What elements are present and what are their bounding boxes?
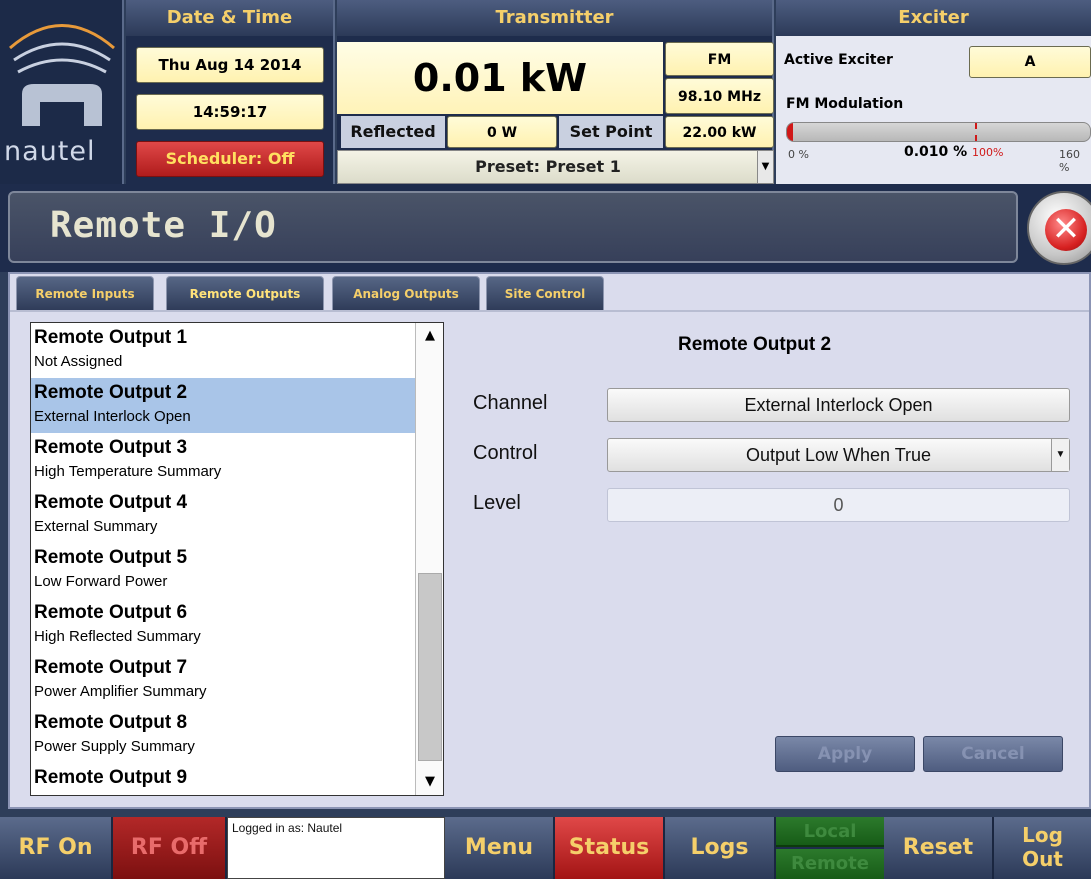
login-status: Logged in as: Nautel [227,817,445,879]
date-display: Thu Aug 14 2014 [136,47,324,83]
preset-select[interactable]: Preset: Preset 1 ▼ [337,150,774,184]
control-select-value: Output Low When True [745,445,932,465]
close-button[interactable]: ✕ [1027,191,1091,265]
rf-off-button[interactable]: RF Off [113,817,227,879]
scheduler-button[interactable]: Scheduler: Off [136,141,324,177]
forward-power-display: 0.01 kW [337,42,663,114]
nautel-logo: nautel [0,0,124,184]
list-item-subtitle: Power Supply Summary [34,738,195,755]
list-item-subtitle: External Summary [34,518,158,535]
channel-label: Channel [473,392,548,414]
content-panel: Remote Inputs Remote Outputs Analog Outp… [8,272,1091,809]
list-item-subtitle: High Reflected Summary [34,628,201,645]
list-item[interactable]: Remote Output 7 Power Amplifier Summary [31,653,415,708]
list-item-title: Remote Output 9 [34,767,188,788]
list-item-title: Remote Output 4 [34,492,188,513]
fm-modulation-label: FM Modulation [786,96,904,112]
list-item-subtitle: Low Forward Power [34,573,168,590]
page-title: Remote I/O [50,205,277,246]
control-select[interactable]: Output Low When True ▼ [607,438,1070,472]
list-item[interactable]: Remote Output 6 High Reflected Summary [31,598,415,653]
page-title-panel: Remote I/O [8,191,1018,263]
preset-select-value: Preset: Preset 1 [475,157,621,176]
control-label: Control [473,442,538,464]
modulation-100-marker [975,123,977,141]
mode-display: FM [665,42,774,76]
apply-button[interactable]: Apply [775,736,915,772]
tab-remote-inputs[interactable]: Remote Inputs [16,276,154,310]
scroll-down-icon[interactable]: ▼ [416,769,443,795]
list-item[interactable]: Remote Output 9 [31,763,415,795]
list-item[interactable]: Remote Output 1 Not Assigned [31,323,415,378]
meter-scale-min: 0 % [788,148,809,161]
modulation-meter-fill [787,123,793,141]
list-item-title: Remote Output 1 [34,327,188,348]
scroll-up-icon[interactable]: ▲ [416,323,443,349]
list-item-title: Remote Output 3 [34,437,188,458]
status-button[interactable]: Status [555,817,665,879]
meter-scale-100: 100% [972,146,1004,159]
level-field: 0 [607,488,1070,522]
list-item-title: Remote Output 6 [34,602,188,623]
exciter-panel: Exciter Active Exciter A FM Modulation 0… [776,0,1091,184]
brand-text: nautel [4,136,96,167]
datetime-title: Date & Time [126,0,333,36]
list-item-subtitle: Not Assigned [34,353,123,370]
list-item-subtitle: Power Amplifier Summary [34,683,207,700]
channel-button[interactable]: External Interlock Open [607,388,1070,422]
logout-label-line1: Log [1022,823,1063,847]
footer-bar: RF On RF Off Logged in as: Nautel Menu S… [0,817,1091,879]
active-exciter-label: Active Exciter [784,52,893,68]
menu-button[interactable]: Menu [445,817,555,879]
tab-divider [10,310,1089,312]
exciter-title: Exciter [776,0,1091,36]
transmitter-title: Transmitter [337,0,772,36]
title-bar: Remote I/O ✕ [0,184,1091,272]
list-item[interactable]: Remote Output 4 External Summary [31,488,415,543]
setpoint-value: 22.00 kW [665,116,774,148]
list-item-title: Remote Output 5 [34,547,188,568]
fm-modulation-meter [786,122,1091,142]
list-item-selected[interactable]: Remote Output 2 External Interlock Open [31,378,415,433]
meter-scale-max: 160 % [1059,148,1080,174]
list-item-title: Remote Output 2 [34,382,188,403]
list-item-title: Remote Output 8 [34,712,188,733]
transmitter-panel: Transmitter 0.01 kW FM 98.10 MHz Reflect… [337,0,774,184]
tab-analog-outputs[interactable]: Analog Outputs [332,276,480,310]
tab-remote-outputs[interactable]: Remote Outputs [166,276,324,310]
chevron-down-icon[interactable]: ▼ [1051,439,1069,471]
time-display: 14:59:17 [136,94,324,130]
level-label: Level [473,492,521,514]
reflected-value: 0 W [447,116,557,148]
close-icon: ✕ [1045,209,1087,251]
reflected-label: Reflected [341,116,445,148]
logout-button[interactable]: Log Out [994,817,1091,879]
remote-button[interactable]: Remote [776,849,884,879]
active-exciter-value: A [969,46,1091,78]
detail-title: Remote Output 2 [678,334,832,355]
list-item[interactable]: Remote Output 8 Power Supply Summary [31,708,415,763]
list-item-title: Remote Output 7 [34,657,188,678]
reset-button[interactable]: Reset [884,817,994,879]
modulation-value: 0.010 % [904,144,968,160]
list-item[interactable]: Remote Output 5 Low Forward Power [31,543,415,598]
list-item-subtitle: High Temperature Summary [34,463,222,480]
remote-output-list: Remote Output 1 Not Assigned Remote Outp… [30,322,444,796]
list-item-subtitle: External Interlock Open [34,408,191,425]
list-scrollbar[interactable]: ▲ ▼ [415,323,443,795]
local-button[interactable]: Local [776,817,884,847]
list-item[interactable]: Remote Output 3 High Temperature Summary [31,433,415,488]
rf-on-button[interactable]: RF On [0,817,113,879]
frequency-display: 98.10 MHz [665,78,774,114]
cancel-button[interactable]: Cancel [923,736,1063,772]
nautel-emblem-icon [9,24,115,126]
datetime-panel: Date & Time Thu Aug 14 2014 14:59:17 Sch… [126,0,335,184]
logout-label-line2: Out [1022,847,1063,871]
logs-button[interactable]: Logs [665,817,776,879]
setpoint-label: Set Point [559,116,663,148]
tab-site-control[interactable]: Site Control [486,276,604,310]
chevron-down-icon[interactable]: ▼ [757,151,773,183]
scrollbar-thumb[interactable] [418,573,442,761]
